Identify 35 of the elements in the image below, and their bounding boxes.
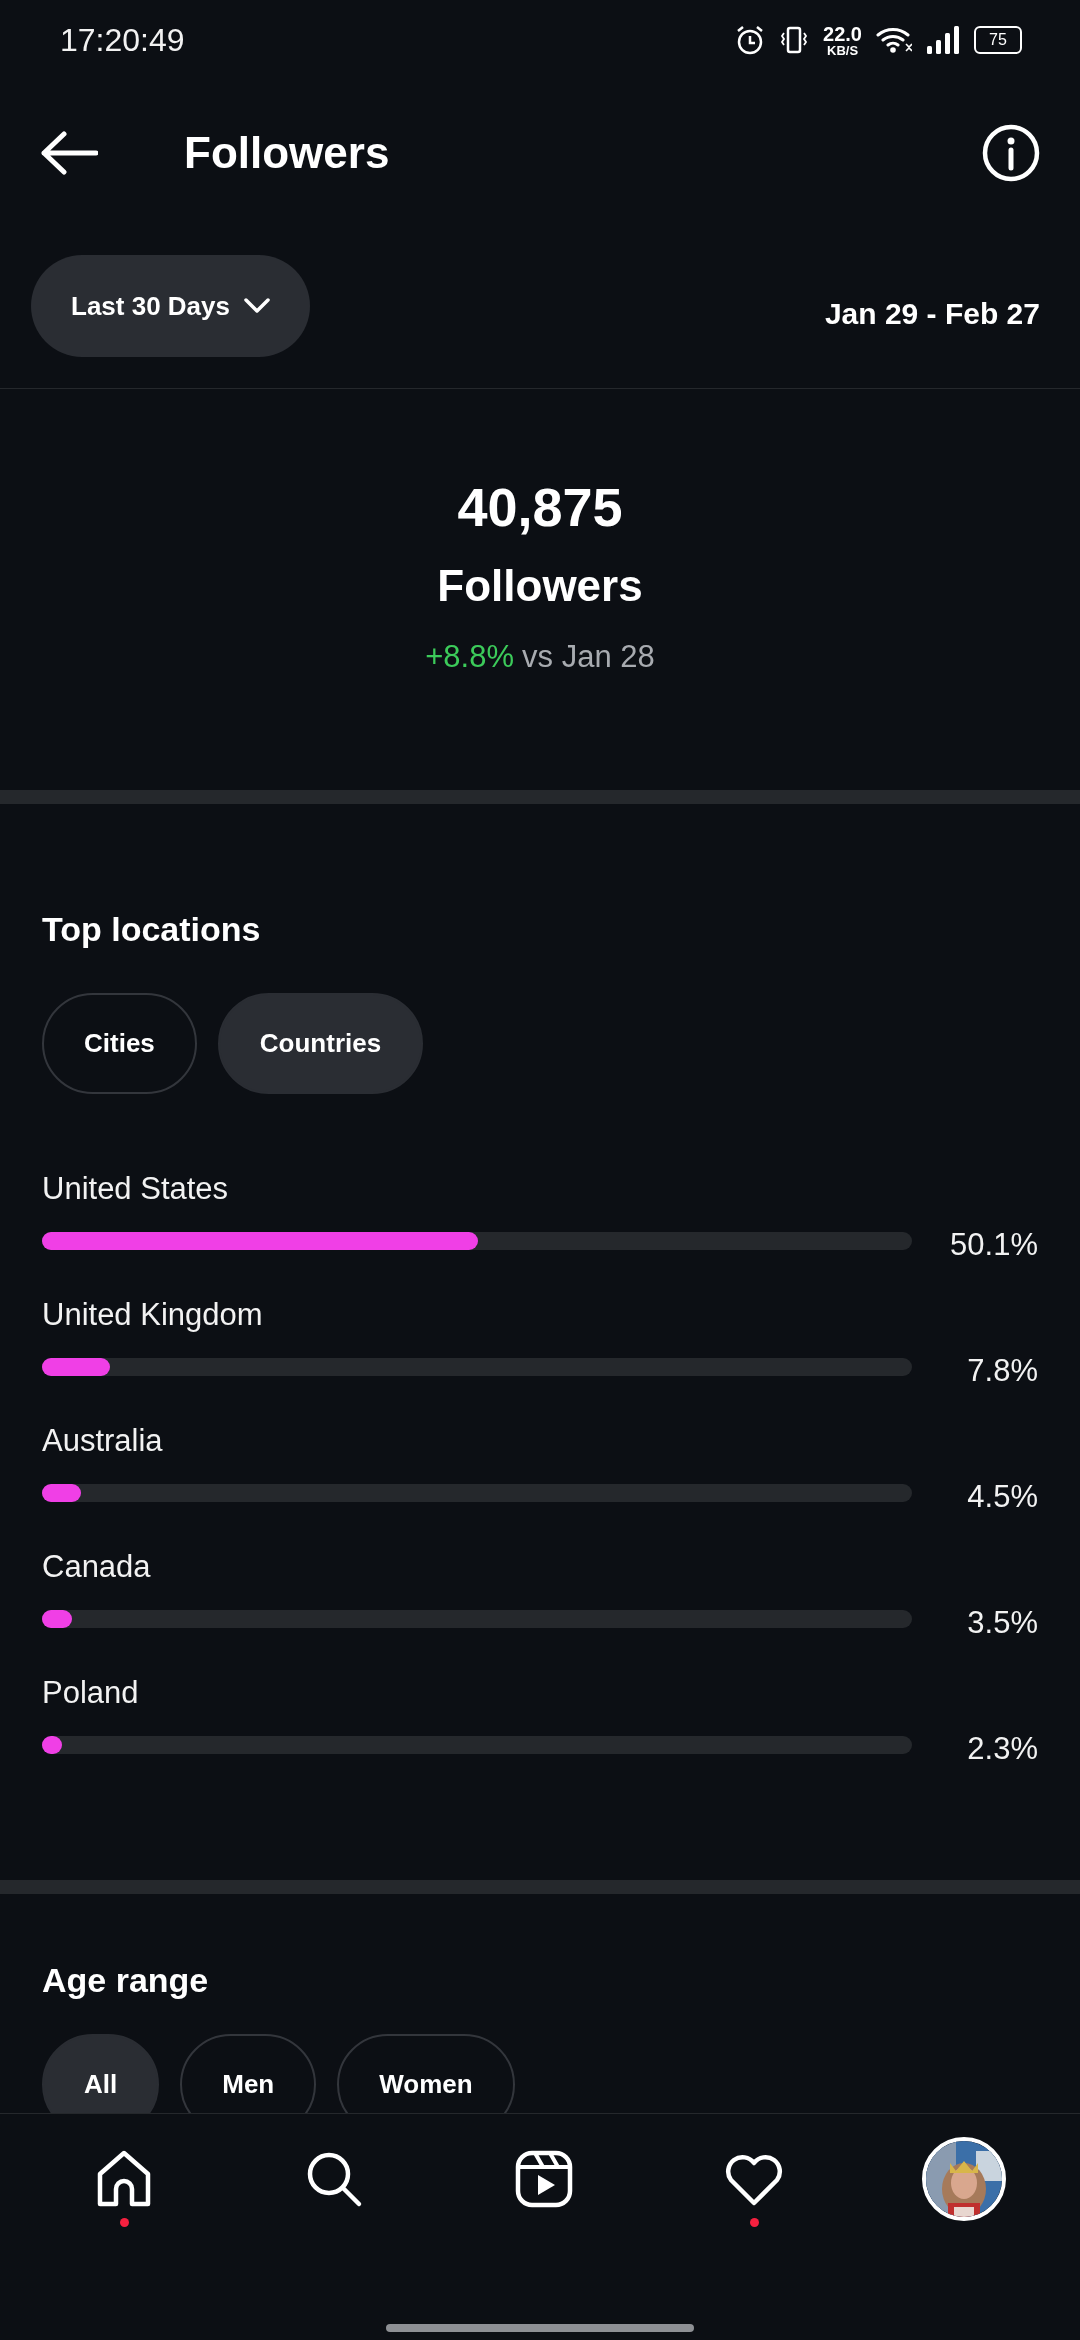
battery-level: 75	[974, 26, 1022, 54]
percentage: 7.8%	[966, 1353, 1038, 1389]
signal-icon	[926, 25, 960, 55]
country-name: United Kingdom	[42, 1296, 264, 1334]
percentage: 50.1%	[949, 1227, 1038, 1263]
change-percent: +8.8%	[425, 639, 515, 675]
date-range: Jan 29 - Feb 27	[824, 297, 1040, 331]
location-tab[interactable]: Cities	[42, 993, 197, 1094]
age-tab[interactable]: Men	[180, 2034, 317, 2113]
country-name: United States	[42, 1170, 230, 1208]
percentage: 2.3%	[966, 1731, 1038, 1767]
speed-unit: KB/S	[827, 43, 859, 57]
percentage: 3.5%	[966, 1605, 1038, 1641]
chevron-icon	[244, 298, 270, 314]
comparison-text: vs Jan 28	[522, 639, 655, 675]
vibrate-icon	[779, 25, 810, 55]
country-name: Poland	[42, 1674, 140, 1712]
back-icon[interactable]	[40, 131, 98, 175]
page-title: Followers	[184, 128, 390, 178]
location-tab[interactable]: Countries	[217, 993, 424, 1094]
age-tab[interactable]: Women	[337, 2034, 515, 2113]
reels-icon	[515, 2150, 573, 2208]
follower-label: Followers	[437, 560, 643, 612]
country-name: Canada	[42, 1548, 152, 1586]
wifi-icon	[876, 26, 912, 54]
info-icon[interactable]	[982, 124, 1040, 182]
section-title: Age range	[42, 1960, 210, 2000]
section-title: Top locations	[42, 909, 262, 949]
status-time: 17:20:49	[60, 21, 185, 59]
follower-count: 40,875	[457, 476, 623, 539]
country-name: Australia	[42, 1422, 164, 1460]
percentage: 4.5%	[966, 1479, 1038, 1515]
age-tab[interactable]: All	[42, 2034, 160, 2113]
network-speed: 22.0	[823, 23, 862, 44]
date-range-dropdown[interactable]: Last 30 Days	[31, 255, 310, 357]
